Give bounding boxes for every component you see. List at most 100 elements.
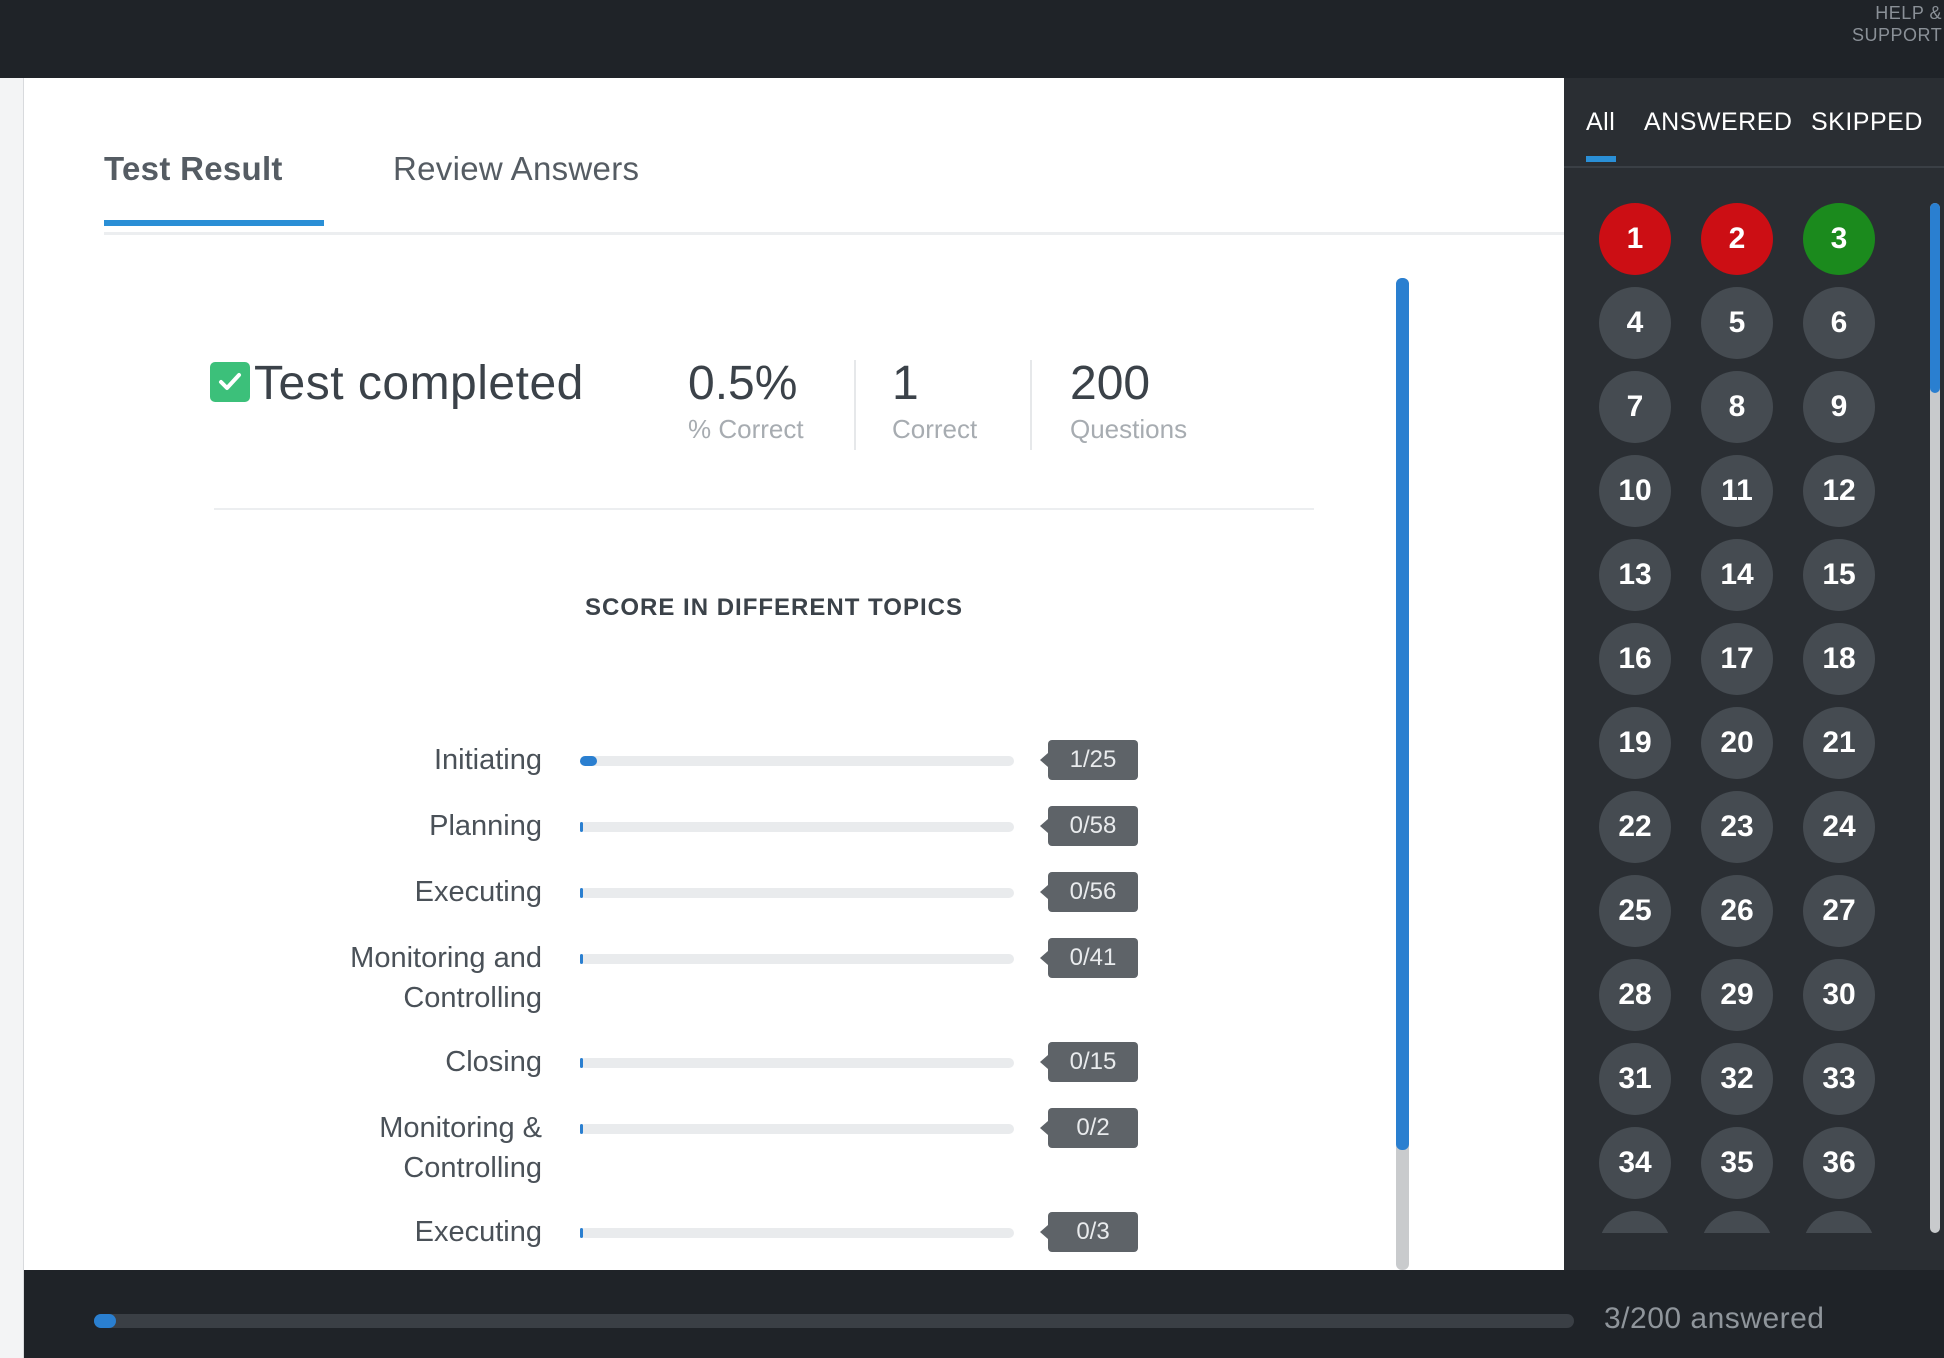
question-grid: 1 2 3 4 5 6 7 8 9 10 11 12 13 14 15 16 17 18 19 20 21 22 23 24 2… [1599,203,1899,1233]
question-button[interactable]: 36 [1803,1127,1875,1199]
topic-score-bar [580,954,1014,964]
stat-value: 200 [1070,357,1151,410]
check-icon [210,362,250,402]
question-button[interactable] [1803,1211,1875,1233]
filter-all[interactable]: All [1586,108,1615,137]
question-button[interactable]: 8 [1701,371,1773,443]
question-button[interactable]: 35 [1701,1127,1773,1199]
question-button[interactable]: 23 [1701,791,1773,863]
result-tabs: Test Result Review Answers [104,78,1564,235]
question-button[interactable]: 12 [1803,455,1875,527]
tab-test-result[interactable]: Test Result [104,150,283,188]
topic-name: Initiating [433,744,542,776]
question-button[interactable]: 34 [1599,1127,1671,1199]
topic-score-bar [580,756,1014,766]
answered-count: 3/200 answered [1604,1302,1825,1335]
topic-score-bar [580,1228,1014,1238]
question-button[interactable]: 22 [1599,791,1671,863]
question-button[interactable]: 24 [1803,791,1875,863]
question-button[interactable]: 27 [1803,875,1875,947]
topic-name: Monitoring & Controlling [379,1112,542,1184]
topic-score-badge: 0/56 [1040,872,1138,912]
main-scrollbar-thumb[interactable] [1396,278,1409,1150]
question-button[interactable]: 17 [1701,623,1773,695]
question-filters: All ANSWERED SKIPPED [1564,78,1944,168]
topic-score-fill [580,822,583,832]
question-button[interactable]: 4 [1599,287,1671,359]
divider [854,360,856,450]
filter-answered[interactable]: ANSWERED [1644,108,1792,137]
topic-score-bar [580,822,1014,832]
question-button[interactable]: 6 [1803,287,1875,359]
question-button[interactable]: 18 [1803,623,1875,695]
question-button[interactable]: 21 [1803,707,1875,779]
question-button[interactable]: 9 [1803,371,1875,443]
question-button[interactable]: 20 [1701,707,1773,779]
topic-name: Executing [414,876,542,908]
topic-score-bar [580,888,1014,898]
topic-name: Executing [414,1216,542,1248]
active-filter-indicator [1586,156,1616,162]
question-button[interactable]: 3 [1803,203,1875,275]
question-button[interactable]: 10 [1599,455,1671,527]
test-status: Test completed [254,357,584,410]
left-edge [0,78,24,1358]
question-button[interactable]: 26 [1701,875,1773,947]
filter-skipped[interactable]: SKIPPED [1811,108,1923,137]
topic-score-badge: 0/3 [1040,1212,1138,1252]
stat-label: Questions [1070,414,1188,444]
stat-percent-correct: 0.5% % Correct [688,356,804,445]
question-button[interactable]: 28 [1599,959,1671,1031]
stat-label: % Correct [688,414,804,444]
topic-score-badge: 0/15 [1040,1042,1138,1082]
divider [1030,360,1032,450]
question-button[interactable]: 19 [1599,707,1671,779]
question-sidebar: All ANSWERED SKIPPED 1 2 3 4 5 6 7 8 9 10 11 12 13 14… [1564,78,1944,1270]
question-button[interactable]: 5 [1701,287,1773,359]
answered-progress-fill [94,1314,117,1328]
question-button[interactable]: 2 [1701,203,1773,275]
question-button[interactable]: 7 [1599,371,1671,443]
topic-name: Monitoring and Controlling [350,942,542,1014]
top-bar: HELP & SUPPORT [0,0,1944,78]
question-button[interactable] [1701,1211,1773,1233]
question-button[interactable]: 29 [1701,959,1773,1031]
topic-score-bar [580,1124,1014,1134]
summary-divider [214,508,1314,510]
question-button[interactable]: 15 [1803,539,1875,611]
topic-score-bar [580,1058,1014,1068]
topic-score-fill [580,954,583,964]
topic-score-fill [580,1058,583,1068]
topic-score-badge: 0/2 [1040,1108,1138,1148]
question-button[interactable]: 32 [1701,1043,1773,1115]
tab-review-answers[interactable]: Review Answers [393,150,639,188]
topic-score-fill [580,1124,583,1134]
question-button[interactable]: 13 [1599,539,1671,611]
sidebar-scrollbar-thumb[interactable] [1930,203,1940,393]
question-button[interactable]: 11 [1701,455,1773,527]
stat-value: 0.5% [688,357,798,410]
active-tab-indicator [104,220,324,226]
help-support-link[interactable]: HELP & SUPPORT [1852,2,1942,46]
question-button[interactable]: 30 [1803,959,1875,1031]
topic-name: Closing [445,1046,542,1078]
question-button[interactable]: 14 [1701,539,1773,611]
topic-score-badge: 0/58 [1040,806,1138,846]
stat-label: Correct [892,414,978,444]
topic-score-fill [580,1228,583,1238]
stat-questions: 200 Questions [1070,356,1187,445]
stat-value: 1 [892,357,919,410]
question-button[interactable]: 25 [1599,875,1671,947]
topic-score-fill [580,888,583,898]
question-button[interactable]: 33 [1803,1043,1875,1115]
question-button[interactable] [1599,1211,1671,1233]
question-button[interactable]: 1 [1599,203,1671,275]
bottom-bar: 3/200 answered [24,1270,1944,1358]
question-button[interactable]: 16 [1599,623,1671,695]
question-button[interactable]: 31 [1599,1043,1671,1115]
topic-name: Planning [429,810,542,842]
topic-score-badge: 0/41 [1040,938,1138,978]
answered-progress-bar [94,1314,1574,1328]
main-panel: Test Result Review Answers Test complete… [24,78,1564,1270]
stat-correct: 1 Correct [892,356,977,445]
